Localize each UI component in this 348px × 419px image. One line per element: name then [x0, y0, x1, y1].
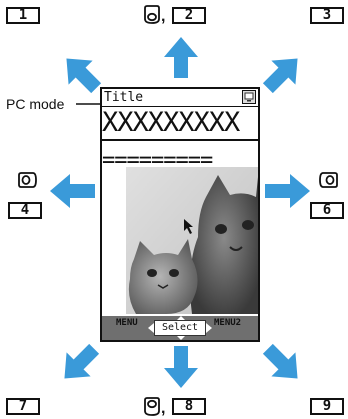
nav-key-right-icon [319, 172, 338, 188]
arrow-up-right [262, 58, 298, 94]
nav-key-down-icon [144, 397, 160, 416]
key-2: 2 [172, 7, 206, 24]
select-down-icon [177, 336, 185, 340]
arrow-left [50, 174, 95, 208]
key-7: 7 [6, 398, 40, 415]
key-4: 4 [8, 202, 42, 219]
soft-key-menu: MENU [116, 318, 138, 328]
arrow-down-left [64, 343, 100, 379]
arrow-down-right [262, 343, 298, 379]
divider [102, 139, 258, 141]
key-1: 1 [6, 7, 40, 24]
title-bar: Title [102, 89, 258, 107]
soft-key-select: Select [154, 320, 206, 336]
page-title: Title [104, 90, 144, 105]
comma-top: , [161, 8, 166, 25]
soft-key-bar: MENU Select MENU2 [102, 316, 258, 340]
arrow-down [164, 346, 198, 388]
pc-mode-icon [242, 90, 256, 104]
comma-bottom: , [161, 400, 166, 417]
select-up-icon [177, 316, 185, 320]
pc-mode-label: PC mode [6, 96, 65, 112]
key-6: 6 [310, 202, 344, 219]
soft-key-menu2: MENU2 [214, 318, 242, 328]
select-label: Select [161, 322, 199, 333]
select-left-icon [148, 323, 154, 333]
key-3: 3 [310, 7, 344, 24]
cat-photo [126, 167, 258, 314]
nav-key-left-icon [18, 172, 37, 188]
arrow-right [265, 174, 310, 208]
placeholder-x-row: XXXXXXXXX [102, 109, 240, 137]
arrow-up [164, 37, 198, 78]
key-8: 8 [172, 398, 206, 415]
nav-key-up-icon [144, 5, 160, 24]
select-right-icon [206, 323, 212, 333]
key-9: 9 [310, 398, 344, 415]
phone-screen: Title XXXXXXXXX ========= MENU Select ME… [100, 87, 260, 342]
